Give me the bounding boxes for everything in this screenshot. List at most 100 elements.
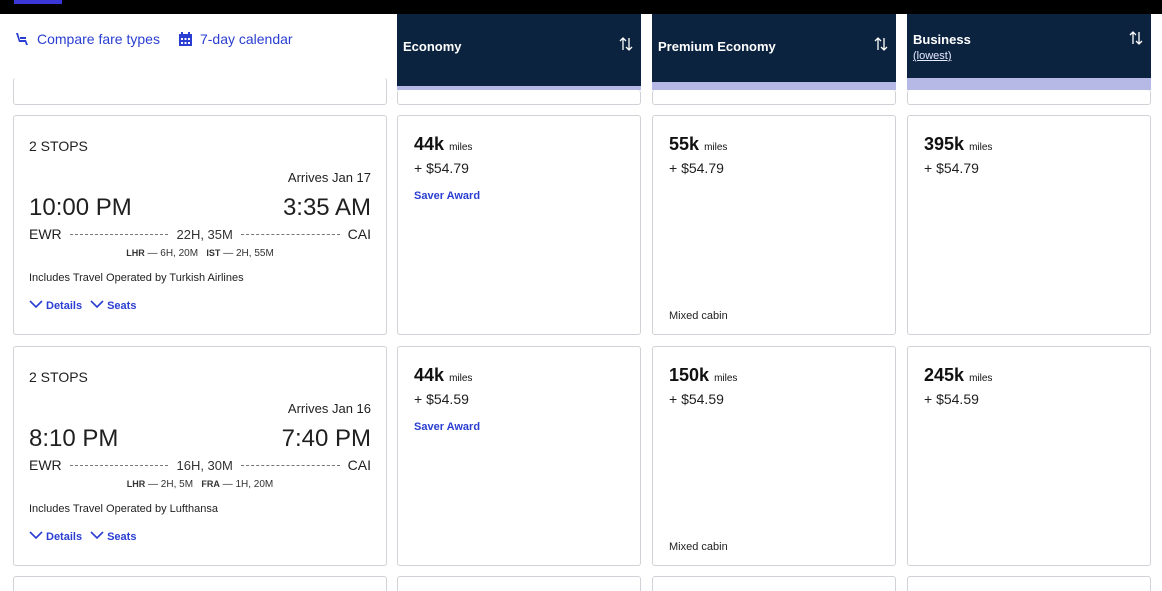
flight-card[interactable]: 2 STOPS Arrives Jan 16 8:10 PM 7:40 PM E…: [13, 346, 387, 566]
miles-value: 150k: [669, 365, 710, 385]
layover-code: IST: [206, 248, 221, 258]
column-header-business[interactable]: Business (lowest): [907, 14, 1151, 90]
miles-value: 44k: [414, 134, 445, 154]
layover-time: — 1H, 20M: [222, 479, 274, 490]
fare-card-premium-economy[interactable]: 150k miles + $54.59 Mixed cabin: [652, 346, 896, 566]
award-type: Saver Award: [414, 190, 481, 202]
arrival-date: Arrives Jan 16: [287, 401, 371, 416]
details-toggle[interactable]: Details: [29, 530, 82, 543]
layover-time: — 6H, 20M: [147, 248, 199, 259]
header-strip: [907, 78, 1151, 90]
miles-unit: miles: [449, 142, 473, 153]
fare-card-economy[interactable]: 44k miles + $54.79 Saver Award: [397, 115, 641, 335]
miles-unit: miles: [714, 373, 738, 384]
layover-code: FRA: [201, 479, 220, 489]
seats-label: Seats: [107, 530, 137, 543]
miles-value: 395k: [924, 134, 965, 154]
arrival-time: 7:40 PM: [281, 425, 371, 452]
seat-icon: [14, 31, 30, 47]
miles-unit: miles: [969, 373, 993, 384]
logo[interactable]: [14, 0, 62, 4]
miles-price: 55k miles: [669, 134, 727, 155]
fare-card-economy[interactable]: 44k miles + $54.59 Saver Award: [397, 346, 641, 566]
tax-price: + $54.79: [669, 160, 724, 176]
layovers: LHR — 6H, 20M IST — 2H, 55M: [14, 248, 386, 259]
duration: 16H, 30M: [176, 457, 233, 473]
column-sublabel[interactable]: (lowest): [913, 50, 952, 62]
operated-by: Includes Travel Operated by Turkish Airl…: [29, 272, 244, 284]
layover-code: LHR: [126, 479, 146, 489]
seats-toggle[interactable]: Seats: [90, 530, 136, 543]
route-line: [69, 233, 169, 235]
duration: 22H, 35M: [176, 226, 233, 242]
miles-value: 245k: [924, 365, 965, 385]
fare-card-business[interactable]: 245k miles + $54.59: [907, 346, 1151, 566]
origin-code: EWR: [29, 457, 62, 473]
flight-card[interactable]: 2 STOPS Arrives Jan 17 10:00 PM 3:35 AM …: [13, 115, 387, 335]
layover-time: — 2H, 55M: [223, 248, 274, 259]
details-label: Details: [46, 299, 83, 312]
toolbar: Compare fare types 7-day calendar: [14, 31, 293, 47]
layover-time: — 2H, 5M: [148, 479, 194, 490]
previous-fare-card: [907, 90, 1151, 105]
chevron-down-icon: [29, 299, 43, 312]
next-fare-card: [907, 576, 1151, 591]
chevron-down-icon: [29, 530, 43, 543]
flight-links: Details Seats: [29, 299, 136, 312]
route-line: [69, 464, 169, 466]
tax-price: + $54.79: [414, 160, 469, 176]
column-label: Premium Economy: [658, 39, 776, 54]
compare-fare-types-link[interactable]: Compare fare types: [14, 31, 160, 47]
tax-price: + $54.59: [669, 391, 724, 407]
header-strip: [652, 82, 896, 90]
details-label: Details: [46, 530, 83, 543]
layover-code: LHR: [126, 248, 145, 258]
stops-label: 2 STOPS: [29, 369, 88, 385]
route: EWR 16H, 30M CAI: [29, 457, 371, 473]
seats-toggle[interactable]: Seats: [90, 299, 136, 312]
mixed-cabin-note: Mixed cabin: [669, 541, 728, 553]
sort-icon[interactable]: [1129, 30, 1143, 51]
previous-flight-card: [13, 78, 387, 105]
fare-card-premium-economy[interactable]: 55k miles + $54.79 Mixed cabin: [652, 115, 896, 335]
mixed-cabin-note: Mixed cabin: [669, 310, 728, 322]
miles-value: 55k: [669, 134, 700, 154]
miles-price: 245k miles: [924, 365, 992, 386]
fare-card-business[interactable]: 395k miles + $54.79: [907, 115, 1151, 335]
origin-code: EWR: [29, 226, 62, 242]
miles-unit: miles: [969, 142, 993, 153]
award-type: Saver Award: [414, 421, 481, 433]
column-header-economy[interactable]: Economy: [397, 14, 641, 90]
seven-day-calendar-link[interactable]: 7-day calendar: [178, 31, 293, 47]
details-toggle[interactable]: Details: [29, 299, 82, 312]
route-line: [240, 464, 340, 466]
route: EWR 22H, 35M CAI: [29, 226, 371, 242]
departure-time: 10:00 PM: [29, 194, 132, 221]
destination-code: CAI: [347, 457, 372, 473]
previous-fare-card: [652, 90, 896, 105]
tax-price: + $54.59: [924, 391, 979, 407]
miles-value: 44k: [414, 365, 445, 385]
column-header-premium-economy[interactable]: Premium Economy: [652, 14, 896, 90]
next-fare-card: [652, 576, 896, 591]
tax-price: + $54.59: [414, 391, 469, 407]
miles-unit: miles: [704, 142, 728, 153]
arrival-time: 3:35 AM: [282, 194, 371, 221]
layovers: LHR — 2H, 5M FRA — 1H, 20M: [14, 479, 386, 490]
miles-price: 44k miles: [414, 134, 472, 155]
operated-by: Includes Travel Operated by Lufthansa: [29, 503, 218, 515]
miles-price: 150k miles: [669, 365, 737, 386]
route-line: [240, 233, 340, 235]
next-flight-card: [13, 576, 387, 591]
flight-links: Details Seats: [29, 530, 136, 543]
stops-label: 2 STOPS: [29, 138, 88, 154]
compare-fare-types-label: Compare fare types: [37, 31, 160, 47]
previous-fare-card: [397, 90, 641, 105]
sort-icon[interactable]: [619, 36, 633, 57]
miles-price: 44k miles: [414, 365, 472, 386]
seven-day-calendar-label: 7-day calendar: [199, 31, 293, 47]
sort-icon[interactable]: [874, 36, 888, 57]
destination-code: CAI: [347, 226, 372, 242]
departure-time: 8:10 PM: [29, 425, 119, 452]
column-label: Economy: [403, 39, 462, 54]
